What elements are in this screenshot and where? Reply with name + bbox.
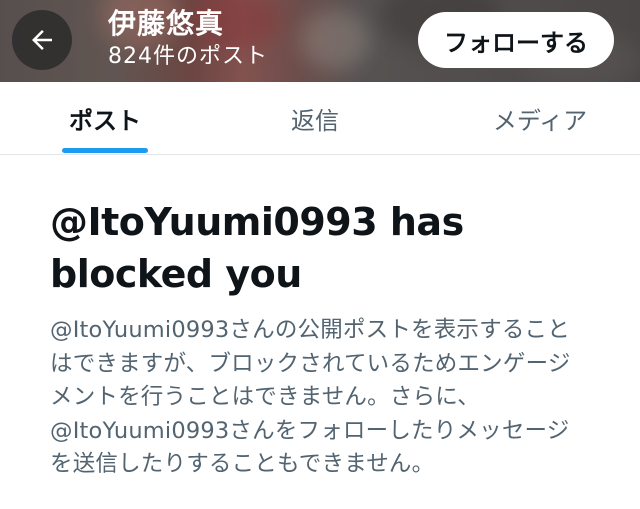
tab-media[interactable]: メディア [420,82,640,154]
arrow-left-icon [32,30,52,50]
blocked-description: @ItoYuumi0993さんの公開ポストを表示することはできますが、ブロックさ… [50,317,571,477]
profile-tabs: ポスト 返信 メディア [0,82,640,155]
back-button[interactable] [12,10,72,70]
profile-title-block: 伊藤悠真 824件のポスト [108,6,268,72]
profile-header: 伊藤悠真 824件のポスト フォローする [0,0,640,82]
tab-replies[interactable]: 返信 [210,82,420,154]
profile-page: 伊藤悠真 824件のポスト フォローする ポスト 返信 メディア @ItoYuu… [0,0,640,509]
blocked-title: @ItoYuumi0993 has blocked you [50,200,464,296]
profile-name: 伊藤悠真 [108,7,225,40]
post-count: 824件のポスト [108,44,268,69]
follow-button[interactable]: フォローする [418,12,614,68]
tab-posts[interactable]: ポスト [0,82,210,154]
active-tab-indicator [62,148,148,153]
